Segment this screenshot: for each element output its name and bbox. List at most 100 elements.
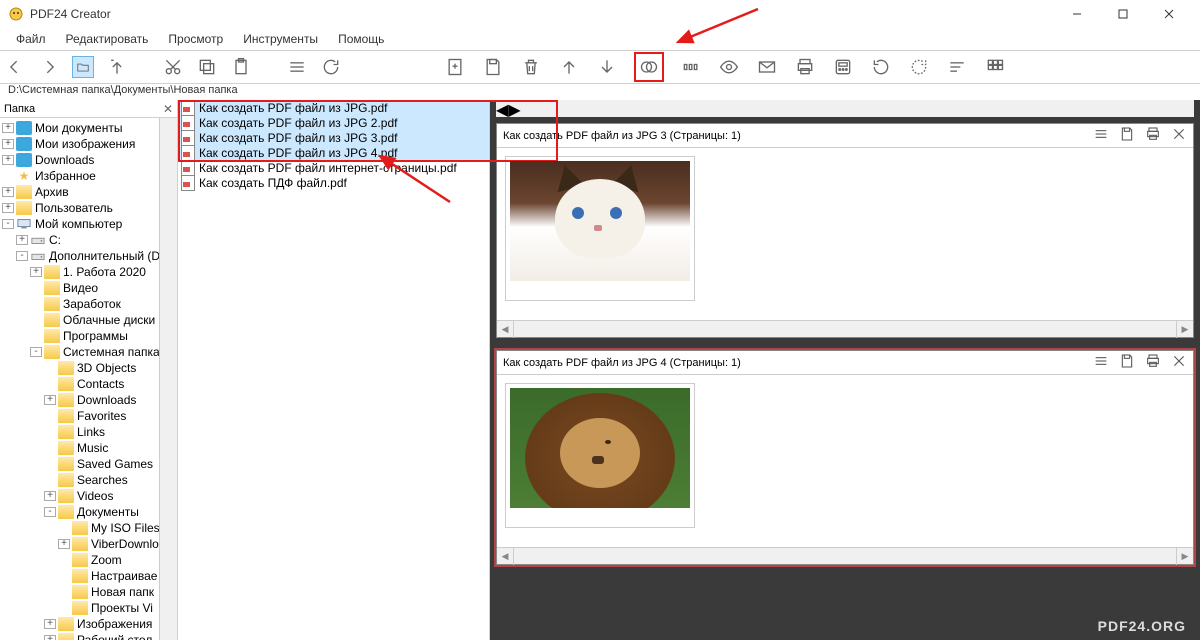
tree-node[interactable]: +Пользователь [0,200,177,216]
list-view-button[interactable] [286,56,308,78]
document-scrollbar[interactable]: ◀▶ [497,547,1193,564]
expand-icon[interactable]: - [30,347,42,357]
file-row[interactable]: Как создать PDF файл интернет-страницы.p… [178,160,489,175]
document-card[interactable]: Как создать PDF файл из JPG 4 (Страницы:… [496,350,1194,565]
grid-view-button[interactable] [984,56,1006,78]
tree-node[interactable]: Links [0,424,177,440]
rotate-left-button[interactable] [870,56,892,78]
expand-icon[interactable]: + [2,139,14,149]
doc-print-icon[interactable] [1135,126,1161,145]
expand-icon[interactable]: + [2,203,14,213]
expand-icon[interactable]: - [44,507,56,517]
move-down-button[interactable] [596,56,618,78]
tree-node[interactable]: Программы [0,328,177,344]
save-button[interactable] [482,56,504,78]
doc-save-icon[interactable] [1109,126,1135,145]
expand-icon[interactable]: + [44,491,56,501]
tree-node[interactable]: +1. Работа 2020 [0,264,177,280]
expand-icon[interactable]: - [16,251,28,261]
menu-file[interactable]: Файл [6,30,56,48]
tree-node[interactable]: +Рабочий стол [0,632,177,640]
expand-icon[interactable]: + [44,619,56,629]
tree-node[interactable]: Новая папк [0,584,177,600]
document-card[interactable]: Как создать PDF файл из JPG 3 (Страницы:… [496,123,1194,338]
cut-button[interactable] [162,56,184,78]
tree-node[interactable]: ★Избранное [0,168,177,184]
tree-node[interactable]: +Мои документы [0,120,177,136]
refresh-button[interactable] [320,56,342,78]
tree-node[interactable]: Searches [0,472,177,488]
tree-node[interactable]: -Документы [0,504,177,520]
fax-button[interactable] [832,56,854,78]
page-thumbnail[interactable] [505,156,695,301]
tree-node[interactable]: Настраивае [0,568,177,584]
tree-node[interactable]: -Системная папка [0,344,177,360]
tree-node[interactable]: +C: [0,232,177,248]
tree-node[interactable]: Music [0,440,177,456]
expand-icon[interactable]: + [2,155,14,165]
tree-node[interactable]: +Downloads [0,392,177,408]
tree-node[interactable]: +Videos [0,488,177,504]
delete-button[interactable] [520,56,542,78]
rotate-right-button[interactable] [908,56,930,78]
expand-icon[interactable]: + [58,539,70,549]
tree-node[interactable]: Проекты Vi [0,600,177,616]
scroll-right-icon[interactable]: ▶ [1176,548,1193,565]
tree-node[interactable]: Облачные диски [0,312,177,328]
tree-node[interactable]: Favorites [0,408,177,424]
forward-button[interactable] [38,56,60,78]
menu-help[interactable]: Помощь [328,30,394,48]
doc-print-icon[interactable] [1135,353,1161,372]
preview-button[interactable] [718,56,740,78]
expand-icon[interactable]: - [2,219,14,229]
expand-icon[interactable]: + [44,635,56,640]
tree-node[interactable]: My ISO Files [0,520,177,536]
copy-button[interactable] [196,56,218,78]
tree-node[interactable]: +Мои изображения [0,136,177,152]
tree-node[interactable]: -Мой компьютер [0,216,177,232]
minimize-button[interactable] [1054,0,1100,28]
scroll-left-icon[interactable]: ◀ [497,321,514,338]
tree-node[interactable]: -Дополнительный (D: [0,248,177,264]
tree-node[interactable]: 3D Objects [0,360,177,376]
tree-node[interactable]: Saved Games [0,456,177,472]
merge-button[interactable] [638,56,660,78]
expand-icon[interactable]: + [16,235,28,245]
menu-view[interactable]: Просмотр [158,30,233,48]
scroll-left-icon[interactable]: ◀ [497,548,514,565]
doc-save-icon[interactable] [1109,353,1135,372]
split-button[interactable] [680,56,702,78]
expand-icon[interactable]: + [44,395,56,405]
sort-button[interactable] [946,56,968,78]
file-row[interactable]: Как создать ПДФ файл.pdf [178,175,489,190]
tree-node[interactable]: Видео [0,280,177,296]
tree-node[interactable]: Заработок [0,296,177,312]
tree-node[interactable]: +ViberDownlo [0,536,177,552]
scroll-right-icon[interactable]: ▶ [1176,321,1193,338]
tree-node[interactable]: Contacts [0,376,177,392]
doc-close-icon[interactable] [1161,126,1187,145]
back-button[interactable] [4,56,26,78]
expand-icon[interactable]: + [2,123,14,133]
move-up-button[interactable] [558,56,580,78]
menu-edit[interactable]: Редактировать [56,30,159,48]
doc-close-icon[interactable] [1161,353,1187,372]
close-tree-button[interactable]: ✕ [163,102,173,116]
print-button[interactable] [794,56,816,78]
menu-tools[interactable]: Инструменты [233,30,328,48]
up-level-button[interactable] [106,56,128,78]
maximize-button[interactable] [1100,0,1146,28]
expand-icon[interactable]: + [30,267,42,277]
document-scrollbar[interactable]: ◀▶ [497,320,1193,337]
doc-menu-icon[interactable] [1083,126,1109,145]
tree-node[interactable]: +Архив [0,184,177,200]
expand-icon[interactable]: + [2,187,14,197]
close-button[interactable] [1146,0,1192,28]
doc-scrollbar-partial[interactable]: ◀▶ [496,100,1194,117]
page-thumbnail[interactable] [505,383,695,528]
doc-menu-icon[interactable] [1083,353,1109,372]
tree-node[interactable]: Zoom [0,552,177,568]
tree-node[interactable]: +Downloads [0,152,177,168]
email-button[interactable] [756,56,778,78]
new-doc-button[interactable] [444,56,466,78]
